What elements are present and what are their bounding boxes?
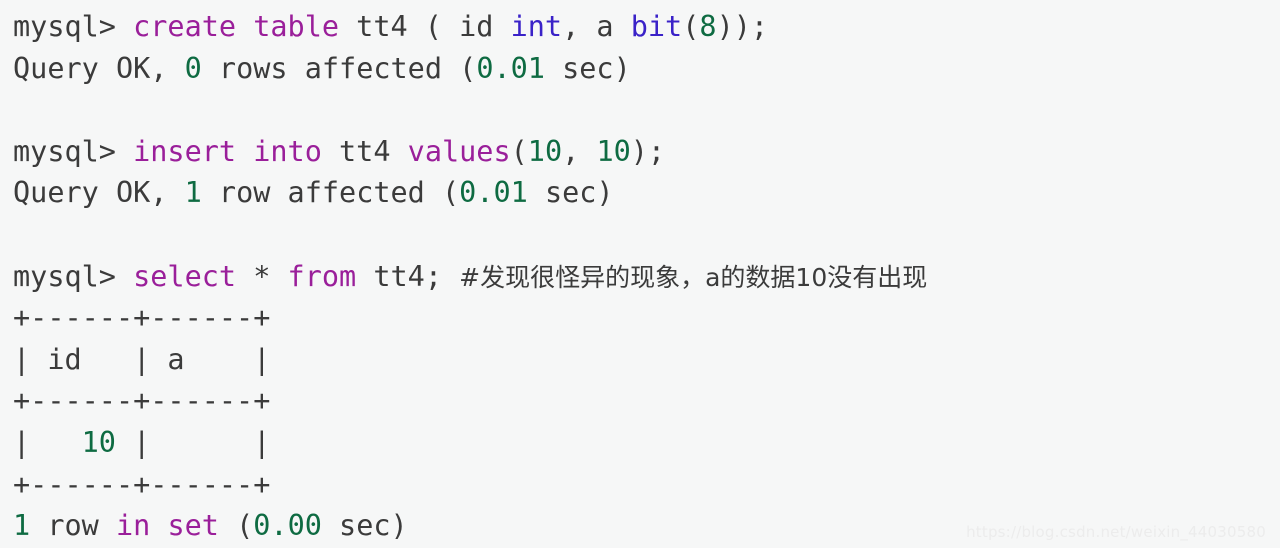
token-plain: | [13,425,82,459]
line-7-select: mysql> select * from tt4; #发现很怪异的现象，a的数据… [13,256,1280,298]
line-2-result: Query OK, 0 rows affected (0.01 sec) [13,48,1280,90]
token-plain: +------+------+ [13,301,271,335]
token-number: 8 [699,10,717,43]
token-plain: tt4 ( id [339,10,511,43]
token-plain: )); [716,10,769,43]
token-plain: , [562,134,597,168]
token-plain: * [236,259,288,293]
token-number: 1 [184,176,202,210]
token-number: 0.01 [459,176,528,210]
token-plain: Query OK, [13,176,185,210]
token-plain: sec) [321,509,408,543]
token-plain: sec) [527,176,614,210]
token-plain: ( [218,509,254,543]
token-plain: ); [630,134,666,168]
token-keyword: values [407,134,511,168]
line-9-table-header: | id | a | [13,339,1280,381]
token-plain: | id | a | [13,342,271,376]
token-plain: rows affected ( [201,51,477,85]
token-plain: row [30,509,116,543]
token-plain: sec) [544,51,631,85]
line-12-table-bottom-border: +------+------+ [13,464,1280,506]
token-plain: Query OK, [13,51,185,85]
token-number: 10 [81,425,116,459]
terminal-lines: mysql> create table tt4 ( id int, a bit(… [13,6,1280,547]
token-plain: tt4 [321,134,408,168]
token-keyword: select [133,259,237,293]
token-plain: +------+------+ [13,467,271,501]
line-1-create: mysql> create table tt4 ( id int, a bit(… [13,6,1280,48]
token-number: 0.01 [476,51,545,85]
token-number: 0.00 [253,509,322,543]
token-plain: mysql> [13,10,134,43]
token-number: 10 [596,134,631,168]
token-type: int [510,10,563,43]
line-13-result: 1 row in set (0.00 sec) [13,505,1280,547]
token-number: 0 [184,51,202,85]
token-plain: ( [682,10,700,43]
line-5-result: Query OK, 1 row affected (0.01 sec) [13,172,1280,214]
token-plain: mysql> [13,259,134,293]
token-keyword: from [287,259,357,293]
token-keyword: insert into [133,134,322,168]
token-cjk-comment: #发现很怪异的现象，a的数据10没有出现 [459,262,928,292]
token-keyword: create table [133,10,340,43]
token-plain: ( [510,134,528,168]
token-number: 10 [527,134,563,168]
line-4-insert: mysql> insert into tt4 values(10, 10); [13,131,1280,173]
terminal-output-pane[interactable]: mysql> create table tt4 ( id int, a bit(… [0,0,1280,548]
token-plain: row affected ( [201,176,460,210]
token-plain: , a [562,10,631,43]
line-10-table-mid-border: +------+------+ [13,380,1280,422]
line-6-blank [13,214,1280,256]
token-plain: | | [115,425,271,459]
line-11-table-row: | 10 | | [13,422,1280,464]
token-number: 1 [13,509,31,543]
token-plain: +------+------+ [13,384,271,418]
token-type: bit [630,10,683,43]
line-8-table-top-border: +------+------+ [13,297,1280,339]
token-plain: mysql> [13,134,134,168]
line-3-blank [13,89,1280,131]
token-keyword: in set [115,509,219,543]
token-plain: tt4; [356,259,460,293]
